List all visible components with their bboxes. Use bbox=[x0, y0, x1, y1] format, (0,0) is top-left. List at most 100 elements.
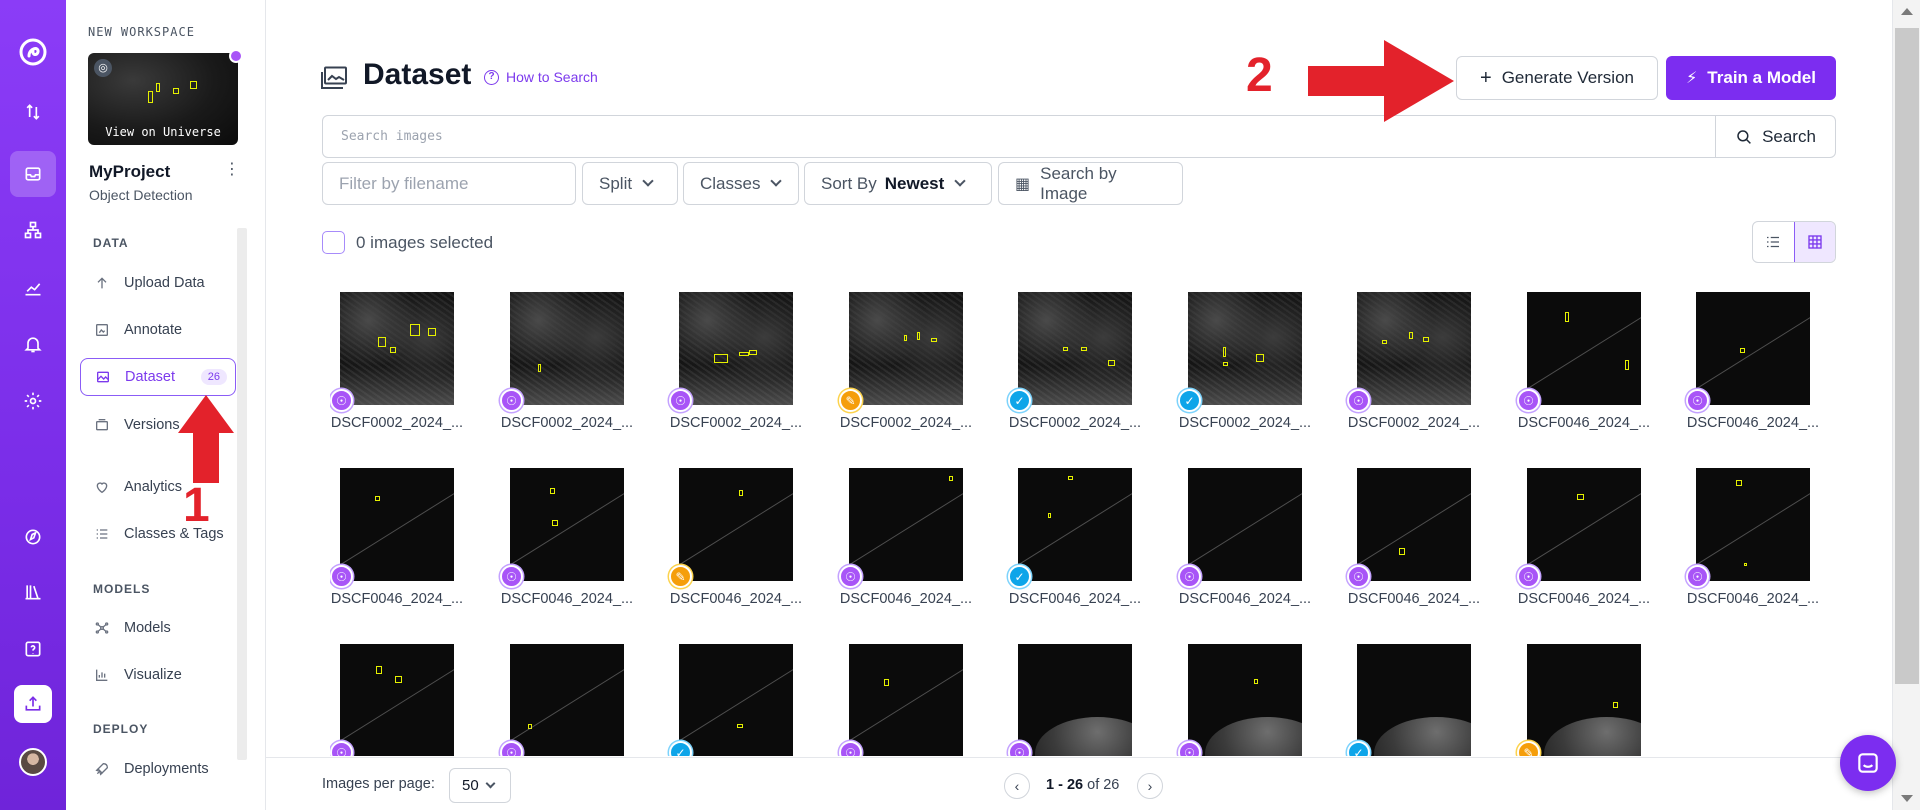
image-card[interactable]: ✎ bbox=[1517, 644, 1651, 756]
scroll-up-arrow-icon[interactable] bbox=[1901, 8, 1913, 15]
image-thumbnail[interactable] bbox=[1357, 468, 1471, 581]
image-card[interactable]: ✓ DSCF0002_2024_... bbox=[1008, 292, 1142, 442]
classes-dropdown[interactable]: Classes bbox=[683, 162, 799, 205]
sidebar-item-models[interactable]: Models bbox=[80, 609, 236, 647]
page-range: 1 - 26 of 26 bbox=[1046, 777, 1119, 793]
image-card[interactable]: ☉ DSCF0046_2024_... bbox=[1686, 468, 1820, 618]
image-thumbnail[interactable] bbox=[1357, 644, 1471, 756]
workspace-thumbnail[interactable]: ◎ View on Universe bbox=[88, 53, 238, 145]
search-button[interactable]: Search bbox=[1715, 116, 1835, 157]
image-card[interactable]: ☉ DSCF0002_2024_... bbox=[330, 292, 464, 442]
swap-icon[interactable] bbox=[10, 89, 56, 135]
image-card[interactable]: ☉ DSCF0046_2024_... bbox=[1517, 292, 1651, 442]
image-card[interactable]: ☉ bbox=[500, 644, 634, 756]
image-thumbnail[interactable] bbox=[510, 292, 624, 405]
bell-icon[interactable] bbox=[10, 321, 56, 367]
image-thumbnail[interactable] bbox=[849, 644, 963, 756]
image-card[interactable]: ☉ DSCF0046_2024_... bbox=[1347, 468, 1481, 618]
search-input[interactable] bbox=[323, 116, 1713, 157]
image-thumbnail[interactable] bbox=[340, 468, 454, 581]
gear-icon[interactable] bbox=[10, 378, 56, 424]
image-thumbnail[interactable] bbox=[340, 292, 454, 405]
image-thumbnail[interactable] bbox=[1527, 468, 1641, 581]
list-view-button[interactable] bbox=[1753, 222, 1794, 262]
image-card[interactable]: ☉ DSCF0046_2024_... bbox=[839, 468, 973, 618]
image-card[interactable]: ✓ bbox=[1347, 644, 1481, 756]
search-button-label: Search bbox=[1762, 126, 1816, 146]
image-thumbnail[interactable] bbox=[1357, 292, 1471, 405]
logo-icon[interactable] bbox=[17, 36, 49, 68]
chart-icon[interactable] bbox=[10, 265, 56, 311]
image-thumbnail[interactable] bbox=[1527, 292, 1641, 405]
select-all-checkbox[interactable] bbox=[322, 231, 345, 254]
image-thumbnail[interactable] bbox=[1188, 292, 1302, 405]
view-on-universe-link[interactable]: View on Universe bbox=[88, 125, 238, 139]
filename-filter-input[interactable] bbox=[339, 173, 559, 194]
sidebar-item-annotate[interactable]: Annotate bbox=[80, 311, 236, 349]
image-thumbnail[interactable] bbox=[1696, 468, 1810, 581]
next-page-button[interactable]: › bbox=[1137, 773, 1163, 799]
help-icon[interactable] bbox=[10, 626, 56, 672]
bounding-box bbox=[1744, 563, 1747, 566]
image-card[interactable]: ✓ DSCF0002_2024_... bbox=[1178, 292, 1312, 442]
search-by-image-button[interactable]: ▦ Search by Image bbox=[998, 162, 1183, 205]
image-thumbnail[interactable] bbox=[849, 292, 963, 405]
image-card[interactable]: ✓ bbox=[669, 644, 803, 756]
image-card[interactable]: ☉ DSCF0002_2024_... bbox=[1347, 292, 1481, 442]
scroll-down-arrow-icon[interactable] bbox=[1901, 795, 1913, 802]
image-thumbnail[interactable] bbox=[510, 468, 624, 581]
split-dropdown[interactable]: Split bbox=[582, 162, 678, 205]
image-card[interactable]: ☉ DSCF0046_2024_... bbox=[500, 468, 634, 618]
image-thumbnail[interactable] bbox=[1018, 292, 1132, 405]
image-thumbnail[interactable] bbox=[510, 644, 624, 756]
image-card[interactable]: ✓ DSCF0046_2024_... bbox=[1008, 468, 1142, 618]
image-thumbnail[interactable] bbox=[1018, 644, 1132, 756]
upload-icon[interactable] bbox=[14, 685, 52, 723]
image-thumbnail[interactable] bbox=[1188, 468, 1302, 581]
sidebar-item-classes-tags[interactable]: Classes & Tags bbox=[80, 515, 236, 553]
image-thumbnail[interactable] bbox=[340, 644, 454, 756]
image-thumbnail[interactable] bbox=[679, 468, 793, 581]
train-model-button[interactable]: ⚡︎ Train a Model bbox=[1666, 56, 1836, 100]
more-vertical-icon[interactable]: ⋮ bbox=[222, 160, 242, 180]
image-card[interactable]: ✎ DSCF0046_2024_... bbox=[669, 468, 803, 618]
hierarchy-icon[interactable] bbox=[10, 207, 56, 253]
sidebar-item-dataset[interactable]: Dataset 26 bbox=[80, 358, 236, 396]
image-thumbnail[interactable] bbox=[679, 292, 793, 405]
page-scrollbar[interactable] bbox=[1892, 0, 1920, 810]
sidebar-item-upload-data[interactable]: Upload Data bbox=[80, 264, 236, 302]
how-to-search-link[interactable]: ? How to Search bbox=[484, 69, 598, 85]
sidebar-scrollbar[interactable] bbox=[237, 228, 247, 760]
image-thumbnail[interactable] bbox=[1188, 644, 1302, 756]
image-thumbnail[interactable] bbox=[679, 644, 793, 756]
scrollbar-thumb[interactable] bbox=[1895, 28, 1919, 684]
inbox-icon[interactable] bbox=[10, 151, 56, 197]
sidebar-item-deployments[interactable]: Deployments bbox=[80, 750, 236, 788]
image-thumbnail[interactable] bbox=[1696, 292, 1810, 405]
grid-view-button[interactable] bbox=[1793, 222, 1835, 262]
image-card[interactable]: ☉ bbox=[1178, 644, 1312, 756]
image-thumbnail[interactable] bbox=[1018, 468, 1132, 581]
image-card[interactable]: ✎ DSCF0002_2024_... bbox=[839, 292, 973, 442]
library-icon[interactable] bbox=[10, 569, 56, 615]
chat-button[interactable] bbox=[1840, 735, 1896, 791]
select-all[interactable]: 0 images selected bbox=[322, 231, 493, 254]
sort-dropdown[interactable]: Sort By Newest bbox=[804, 162, 992, 205]
image-card[interactable]: ☉ DSCF0046_2024_... bbox=[1178, 468, 1312, 618]
compass-icon[interactable] bbox=[10, 514, 56, 560]
generate-version-button[interactable]: + Generate Version bbox=[1456, 56, 1658, 100]
image-card[interactable]: ☉ bbox=[1008, 644, 1142, 756]
sidebar-item-visualize[interactable]: Visualize bbox=[80, 656, 236, 694]
avatar[interactable] bbox=[19, 748, 47, 776]
image-card[interactable]: ☉ DSCF0002_2024_... bbox=[500, 292, 634, 442]
image-card[interactable]: ☉ bbox=[839, 644, 973, 756]
prev-page-button[interactable]: ‹ bbox=[1004, 773, 1030, 799]
image-card[interactable]: ☉ DSCF0046_2024_... bbox=[1686, 292, 1820, 442]
image-thumbnail[interactable] bbox=[1527, 644, 1641, 756]
image-thumbnail[interactable] bbox=[849, 468, 963, 581]
image-card[interactable]: ☉ bbox=[330, 644, 464, 756]
per-page-select[interactable]: 50 bbox=[449, 768, 511, 803]
image-card[interactable]: ☉ DSCF0002_2024_... bbox=[669, 292, 803, 442]
image-card[interactable]: ☉ DSCF0046_2024_... bbox=[330, 468, 464, 618]
image-card[interactable]: ☉ DSCF0046_2024_... bbox=[1517, 468, 1651, 618]
